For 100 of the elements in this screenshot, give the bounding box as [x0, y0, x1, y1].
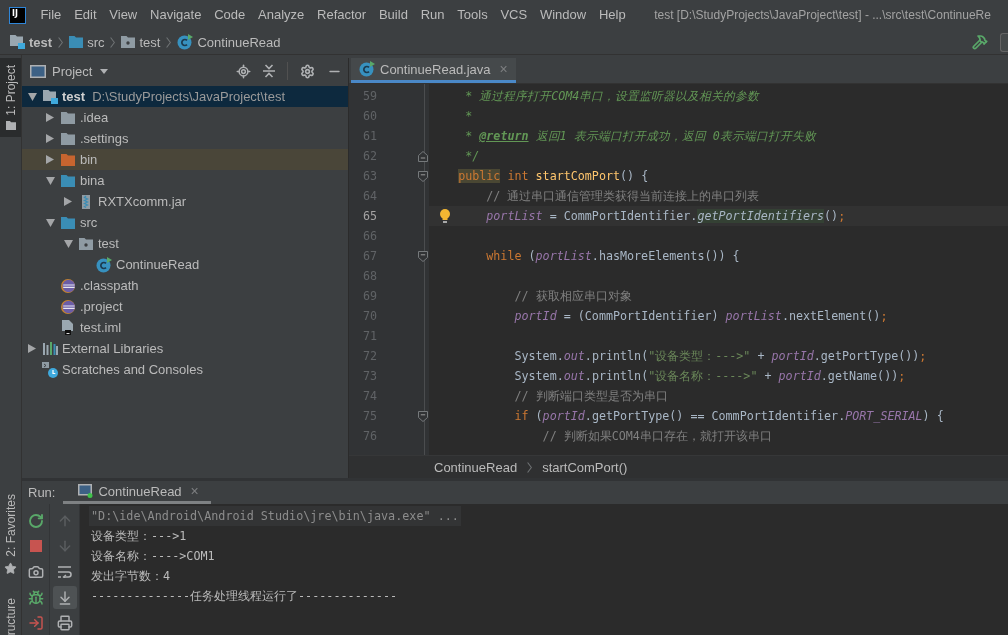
eclipse-file-icon: [61, 278, 75, 293]
tool-window-tab[interactable]: ructure: [0, 581, 21, 635]
folder-icon: [69, 36, 84, 48]
printer-icon: [56, 615, 73, 632]
tree-item[interactable]: .project: [22, 296, 348, 317]
rerun-icon: [27, 512, 44, 529]
menu-item[interactable]: VCS: [494, 5, 534, 25]
settings-icon[interactable]: [300, 63, 315, 79]
caret-down-icon[interactable]: [28, 92, 37, 101]
class-icon: [96, 256, 112, 273]
menu-item[interactable]: Tools: [450, 5, 495, 25]
code-line: System.out.println("设备类型：--->" + portId.getPortType());: [514, 349, 927, 363]
breadcrumb-item[interactable]: ContinueRead: [434, 459, 518, 475]
folder-icon: [61, 111, 75, 124]
console-line: 发出字节数：4: [90, 568, 172, 585]
tree-item[interactable]: bin: [22, 149, 348, 170]
fold-marker-icon[interactable]: [418, 410, 428, 422]
caret-down-icon[interactable]: [46, 218, 55, 227]
tree-item[interactable]: .idea: [22, 107, 348, 128]
caret-right-icon[interactable]: [64, 197, 72, 206]
class-icon: [359, 61, 375, 77]
menu-item[interactable]: Analyze: [251, 5, 311, 25]
chevron-right-icon: [166, 36, 172, 48]
module-folder-icon: [10, 35, 25, 49]
toolbar-button[interactable]: [52, 585, 77, 610]
tree-item[interactable]: bina: [22, 170, 348, 191]
folder-icon: [61, 153, 75, 166]
folder-icon: [5, 120, 16, 130]
caret-right-icon[interactable]: [46, 134, 54, 143]
code-line: // 获取相应串口对象: [514, 289, 632, 303]
tree-item[interactable]: ContinueRead: [22, 254, 348, 275]
chevron-right-icon: [110, 36, 116, 48]
code-line: portList = CommPortIdentifier.getPortIdentifiers();: [486, 209, 846, 223]
caret-right-icon[interactable]: [46, 113, 54, 122]
tree-item[interactable]: src: [22, 212, 348, 233]
breadcrumb-item[interactable]: startComPort(): [542, 459, 628, 475]
tool-window-tab[interactable]: 1: Project: [0, 58, 21, 137]
caret-right-icon[interactable]: [46, 155, 54, 164]
breadcrumb-item[interactable]: test: [121, 32, 161, 52]
code-line: // 通过串口通信管理类获得当前连接上的串口列表: [486, 189, 760, 203]
tree-item[interactable]: test.iml: [22, 317, 348, 338]
breadcrumb-item[interactable]: ContinueRead: [177, 32, 281, 52]
console-icon: [78, 484, 94, 498]
code-line: if (portId.getPortType() == CommPortIdentifier.PORT_SERIAL) {: [514, 409, 944, 423]
tree-item[interactable]: RXTXcomm.jar: [22, 191, 348, 212]
menu-item[interactable]: File: [34, 5, 68, 25]
fold-marker-icon[interactable]: [418, 170, 428, 182]
caret-down-icon[interactable]: [64, 239, 73, 248]
tree-item[interactable]: External Libraries: [22, 338, 348, 359]
tree-item[interactable]: .settings: [22, 128, 348, 149]
menu-item[interactable]: Navigate: [143, 5, 208, 25]
stop-icon: [29, 540, 42, 553]
view-dropdown[interactable]: Project: [52, 61, 109, 81]
menu-item[interactable]: Window: [533, 5, 593, 25]
menu-item[interactable]: Code: [207, 5, 252, 25]
crosshair-icon[interactable]: [236, 63, 251, 79]
collapse-all-icon[interactable]: [263, 64, 275, 78]
lightbulb-icon[interactable]: [440, 209, 450, 223]
menu-item[interactable]: Run: [414, 5, 451, 25]
module-folder-icon: [42, 89, 58, 104]
code-line: // 判断端口类型是否为串口: [514, 389, 668, 403]
menu-item[interactable]: Refactor: [310, 5, 373, 25]
tree-item[interactable]: Scratches and Consoles: [22, 359, 348, 380]
code-line: // 判断如果COM4串口存在，就打开该串口: [542, 429, 772, 443]
caret-right-icon[interactable]: [28, 344, 36, 353]
code-line: *: [465, 109, 473, 123]
folder-icon: [61, 216, 75, 229]
window-title: test [D:\StudyProjects\JavaProject\test] - ...\src\test\ContinueRe: [654, 8, 991, 22]
tool-window-tab[interactable]: 2: Favorites: [0, 486, 21, 582]
tree-item[interactable]: test: [22, 233, 348, 254]
console-line: 设备类型：--->1: [90, 528, 188, 545]
package-folder-icon: [121, 36, 136, 48]
libraries-icon: [42, 342, 58, 355]
breadcrumb-item[interactable]: test: [10, 32, 53, 52]
scratch-file-icon: [42, 361, 58, 378]
console-line: 设备名称：---->COM1: [90, 548, 216, 565]
hammer-icon[interactable]: [972, 34, 988, 50]
caret-down-icon[interactable]: [46, 176, 55, 185]
class-icon: [177, 34, 194, 50]
menu-item[interactable]: View: [102, 5, 144, 25]
bug-icon: [27, 589, 44, 606]
menu-item[interactable]: Build: [372, 5, 415, 25]
soft-wrap-icon: [57, 566, 72, 578]
menu-item[interactable]: Help: [592, 5, 633, 25]
code-line: while (portList.hasMoreElements()) {: [486, 249, 740, 263]
star-icon: [4, 561, 17, 575]
fold-marker-icon[interactable]: [418, 150, 428, 162]
tree-item[interactable]: .classpath: [22, 275, 348, 296]
folder-icon: [61, 174, 75, 187]
code-line: public int startComPort() {: [458, 169, 649, 183]
fold-marker-icon[interactable]: [418, 250, 428, 262]
breadcrumb-item[interactable]: src: [69, 32, 105, 52]
console-line: --------------任务处理线程运行了--------------: [90, 588, 399, 605]
app-logo: IJ: [9, 6, 26, 24]
menu-item[interactable]: Edit: [67, 5, 103, 25]
folder-icon: [61, 132, 75, 145]
project-path: D:\StudyProjects\JavaProject\test: [92, 89, 286, 104]
tree-item[interactable]: test D:\StudyProjects\JavaProject\test: [22, 86, 348, 107]
run-panel-label: Run:: [28, 485, 56, 500]
editor-tab[interactable]: ContinueRead.java ×: [351, 58, 516, 83]
